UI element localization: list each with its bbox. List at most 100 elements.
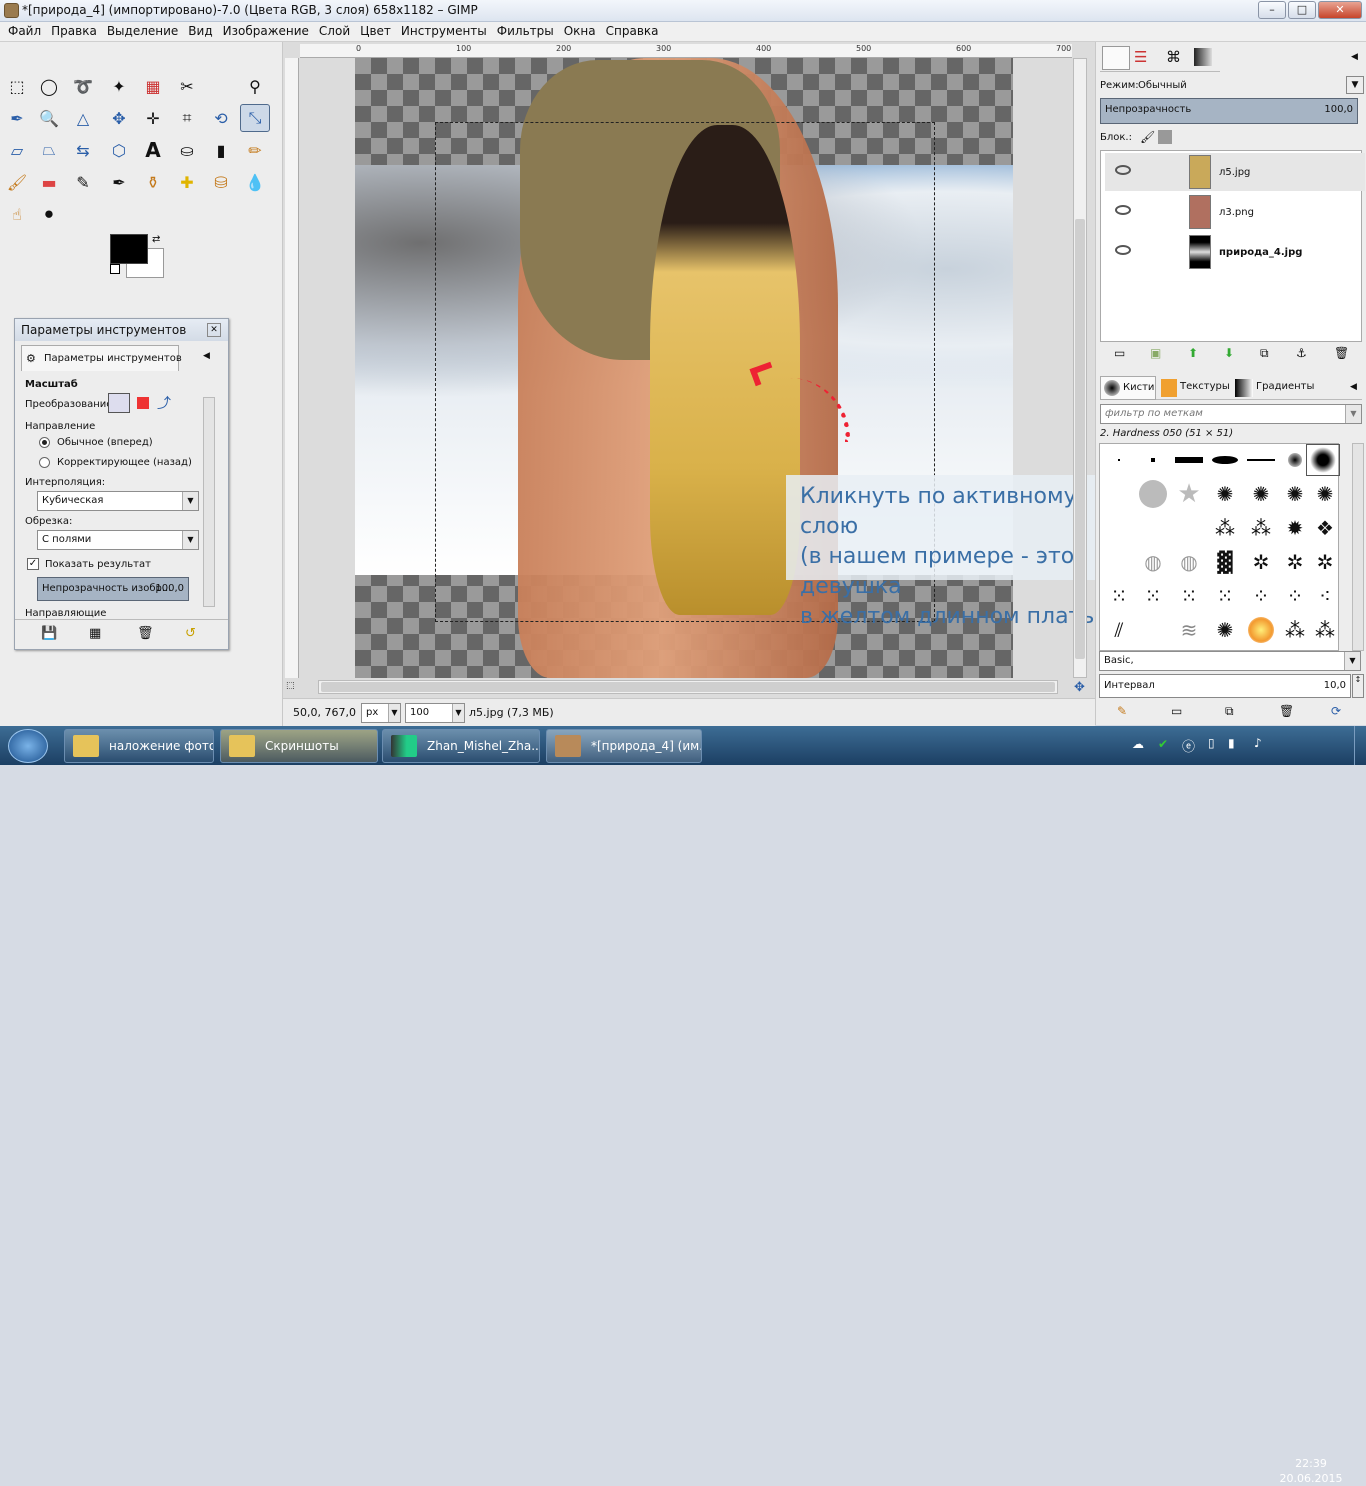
options-scrollbar[interactable]	[203, 397, 215, 607]
duplicate-brush-icon[interactable]: ⧉	[1225, 704, 1234, 719]
scissors-icon[interactable]: ✂	[172, 72, 202, 100]
spacing-stepper[interactable]: ↕	[1352, 674, 1364, 698]
menu-color[interactable]: Цвет	[355, 22, 396, 41]
show-preview-checkbox[interactable]: ✓	[27, 558, 39, 570]
horizontal-scrollbar[interactable]	[318, 680, 1058, 694]
ellipse-select-icon[interactable]: ◯	[34, 72, 64, 100]
zoom-icon[interactable]: 🔍	[34, 104, 64, 132]
tab-patterns[interactable]: Текстуры	[1158, 376, 1230, 400]
mode-dropdown-icon[interactable]: ▼	[1346, 76, 1364, 94]
brush-item[interactable]: ⁘	[1278, 580, 1312, 612]
brush-item[interactable]: ⁖	[1308, 580, 1342, 612]
restore-options-icon[interactable]: ▦	[89, 626, 101, 641]
menu-windows[interactable]: Окна	[559, 22, 601, 41]
ink-icon[interactable]: ✒	[104, 168, 134, 196]
menu-tools[interactable]: Инструменты	[396, 22, 492, 41]
tab-channels-icon[interactable]: ☰	[1134, 48, 1147, 66]
brush-preset-select[interactable]: Basic, ▼	[1099, 651, 1361, 671]
dodge-burn-icon[interactable]: ⚫	[34, 200, 64, 228]
lasso-icon[interactable]: ➰	[68, 72, 98, 100]
menu-select[interactable]: Выделение	[102, 22, 183, 41]
blend-icon[interactable]: ▮	[206, 136, 236, 164]
tab-gradients[interactable]: Градиенты	[1232, 376, 1314, 400]
horizontal-ruler[interactable]: 0 100 200 300 400 500 600 700	[300, 44, 1072, 58]
raise-layer-icon[interactable]: ⬆	[1188, 346, 1198, 360]
brush-item[interactable]	[1208, 444, 1242, 476]
quick-mask-icon[interactable]: ⬚	[286, 681, 295, 691]
show-desktop-button[interactable]	[1354, 726, 1366, 765]
close-button[interactable]: ✕	[1318, 1, 1362, 19]
vertical-ruler[interactable]	[285, 58, 299, 678]
signal-icon[interactable]: ▮	[1228, 736, 1235, 750]
eye-icon[interactable]	[1115, 165, 1131, 175]
layer-opacity-slider[interactable]: Непрозрачность 100,0	[1100, 98, 1358, 124]
layer-row-priroda[interactable]: природа_4.jpg	[1105, 233, 1365, 271]
color-select-icon[interactable]: ▦	[138, 72, 168, 100]
navigate-icon[interactable]: ✥	[1074, 680, 1085, 695]
perspective-icon[interactable]: ⏢	[34, 136, 64, 164]
interpolation-select[interactable]: Кубическая ▼	[37, 491, 199, 511]
direction-normal-radio[interactable]	[39, 437, 50, 448]
paths-icon[interactable]: ✒	[2, 104, 32, 132]
battery-icon[interactable]: ▯	[1208, 736, 1215, 750]
brush-item[interactable]: ✲	[1308, 546, 1342, 578]
brush-item[interactable]: ⁂	[1208, 512, 1242, 544]
tab-brushes[interactable]: Кисти	[1100, 376, 1156, 400]
direction-corrective-radio[interactable]	[39, 457, 50, 468]
brush-item[interactable]: ⁙	[1172, 580, 1206, 612]
new-brush-icon[interactable]: ▭	[1171, 704, 1182, 718]
delete-options-icon[interactable]: 🗑	[137, 626, 154, 641]
brush-item[interactable]	[1244, 444, 1278, 476]
brush-item[interactable]: ⁂	[1308, 614, 1342, 646]
brush-dock-menu-icon[interactable]: ◀	[1350, 382, 1357, 392]
security-icon[interactable]: ✔	[1158, 737, 1168, 751]
blur-icon[interactable]: 💧	[240, 168, 270, 196]
duplicate-layer-icon[interactable]: ⧉	[1260, 346, 1269, 361]
foreground-select-icon[interactable]: ⚲	[240, 72, 270, 100]
tab-undo-icon[interactable]	[1194, 48, 1212, 66]
flip-icon[interactable]: ⇆	[68, 136, 98, 164]
brush-item[interactable]: ⁂	[1278, 614, 1312, 646]
brush-item[interactable]	[1136, 478, 1170, 510]
align-icon[interactable]: ✛	[138, 104, 168, 132]
scale-tool-icon[interactable]: ⤡	[240, 104, 270, 132]
brush-item[interactable]: ✺	[1208, 614, 1242, 646]
brush-item[interactable]: ✺	[1244, 478, 1278, 510]
hscroll-thumb[interactable]	[321, 682, 1055, 692]
layer-row-l5[interactable]: л5.jpg	[1105, 153, 1365, 191]
menu-view[interactable]: Вид	[183, 22, 217, 41]
tab-menu-icon[interactable]: ◀	[203, 351, 210, 361]
menu-file[interactable]: Файл	[3, 22, 46, 41]
dialog-close-icon[interactable]: ✕	[207, 323, 221, 337]
start-button[interactable]	[8, 729, 48, 763]
swap-colors-icon[interactable]: ⇄	[152, 234, 160, 245]
star-brush-icon[interactable]: ★	[1172, 478, 1206, 510]
smudge-icon[interactable]: ☝	[2, 200, 32, 228]
rect-select-icon[interactable]: ⬚	[2, 72, 32, 100]
brush-item-selected[interactable]	[1306, 444, 1340, 476]
vscroll-thumb[interactable]	[1075, 219, 1085, 659]
brush-spacing-slider[interactable]: Интервал 10,0	[1099, 674, 1351, 698]
delete-brush-icon[interactable]: 🗑	[1279, 704, 1294, 718]
brush-item[interactable]: ✲	[1244, 546, 1278, 578]
brush-item[interactable]: ⁘	[1244, 580, 1278, 612]
transform-selection-icon[interactable]	[137, 397, 149, 409]
eye-icon[interactable]	[1115, 205, 1131, 215]
paintbrush-icon[interactable]: 🖌	[2, 168, 32, 196]
brush-item[interactable]	[1244, 614, 1278, 646]
brush-item[interactable]: ≋	[1172, 614, 1206, 646]
move-icon[interactable]: ✥	[104, 104, 134, 132]
lower-layer-icon[interactable]: ⬇	[1224, 346, 1234, 360]
brush-item[interactable]: ❖	[1308, 512, 1342, 544]
tab-layers-icon[interactable]	[1102, 46, 1130, 70]
brush-item[interactable]: ◍	[1172, 546, 1206, 578]
taskbar-item-screenshots[interactable]: Скриншоты	[220, 729, 378, 763]
taskbar-item-folder[interactable]: наложение фото	[64, 729, 214, 763]
new-layer-icon[interactable]: ▭	[1114, 346, 1125, 360]
menu-filters[interactable]: Фильтры	[492, 22, 559, 41]
volume-icon[interactable]: ♪	[1254, 736, 1262, 750]
default-colors-icon[interactable]	[110, 264, 120, 274]
brush-item[interactable]	[1172, 444, 1206, 476]
refresh-brushes-icon[interactable]: ⟳	[1331, 704, 1341, 718]
brush-item[interactable]: ✹	[1278, 512, 1312, 544]
